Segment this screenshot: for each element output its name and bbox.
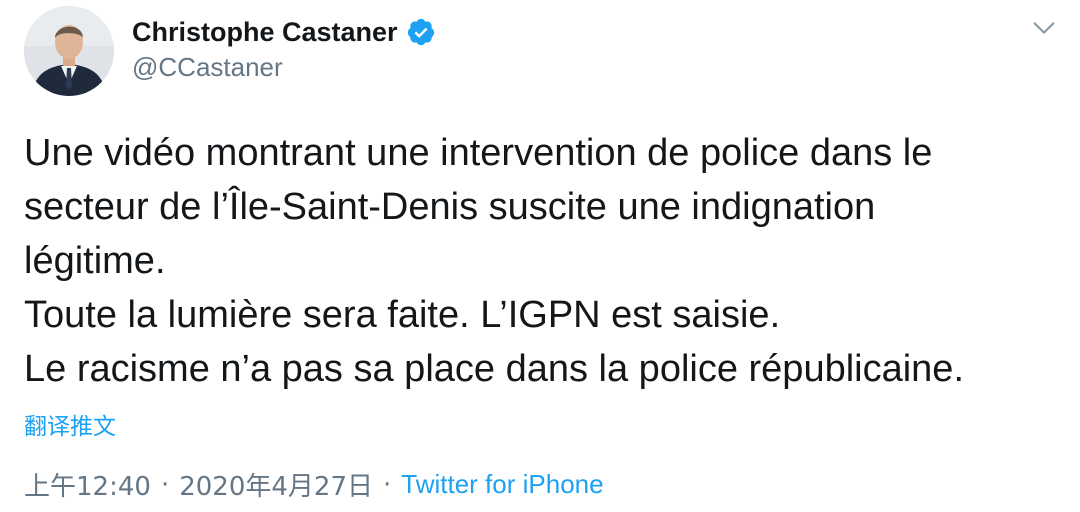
- tweet-source-link[interactable]: Twitter for iPhone: [401, 469, 603, 500]
- tweet-metadata: 上午12:40 · 2020年4月27日 · Twitter for iPhon…: [24, 466, 604, 503]
- tweet-date[interactable]: 2020年4月27日: [179, 466, 373, 503]
- tweet-card: Christophe Castaner @CCastaner Une vidéo…: [0, 0, 1080, 512]
- tweet-text-line: Le racisme n’a pas sa place dans la poli…: [24, 348, 964, 390]
- user-handle[interactable]: @CCastaner: [132, 52, 283, 83]
- separator: ·: [383, 469, 392, 500]
- user-name-row: Christophe Castaner: [132, 14, 436, 50]
- tweet-text-line: légitime.: [24, 240, 166, 282]
- tweet-text: Une vidéo montrant une intervention de p…: [24, 126, 1064, 396]
- tweet-time[interactable]: 上午12:40: [24, 466, 151, 503]
- translate-tweet-link[interactable]: 翻译推文: [24, 407, 116, 441]
- separator: ·: [160, 469, 170, 500]
- avatar[interactable]: [24, 6, 114, 96]
- tweet-text-line: Toute la lumière sera faite. L’IGPN est …: [24, 294, 781, 336]
- tweet-text-line: Une vidéo montrant une intervention de p…: [24, 132, 933, 174]
- verified-badge-icon: [406, 17, 436, 47]
- tweet-text-line: secteur de l’Île-Saint-Denis suscite une…: [24, 186, 876, 228]
- display-name[interactable]: Christophe Castaner: [132, 17, 398, 48]
- chevron-down-icon[interactable]: [1030, 14, 1058, 42]
